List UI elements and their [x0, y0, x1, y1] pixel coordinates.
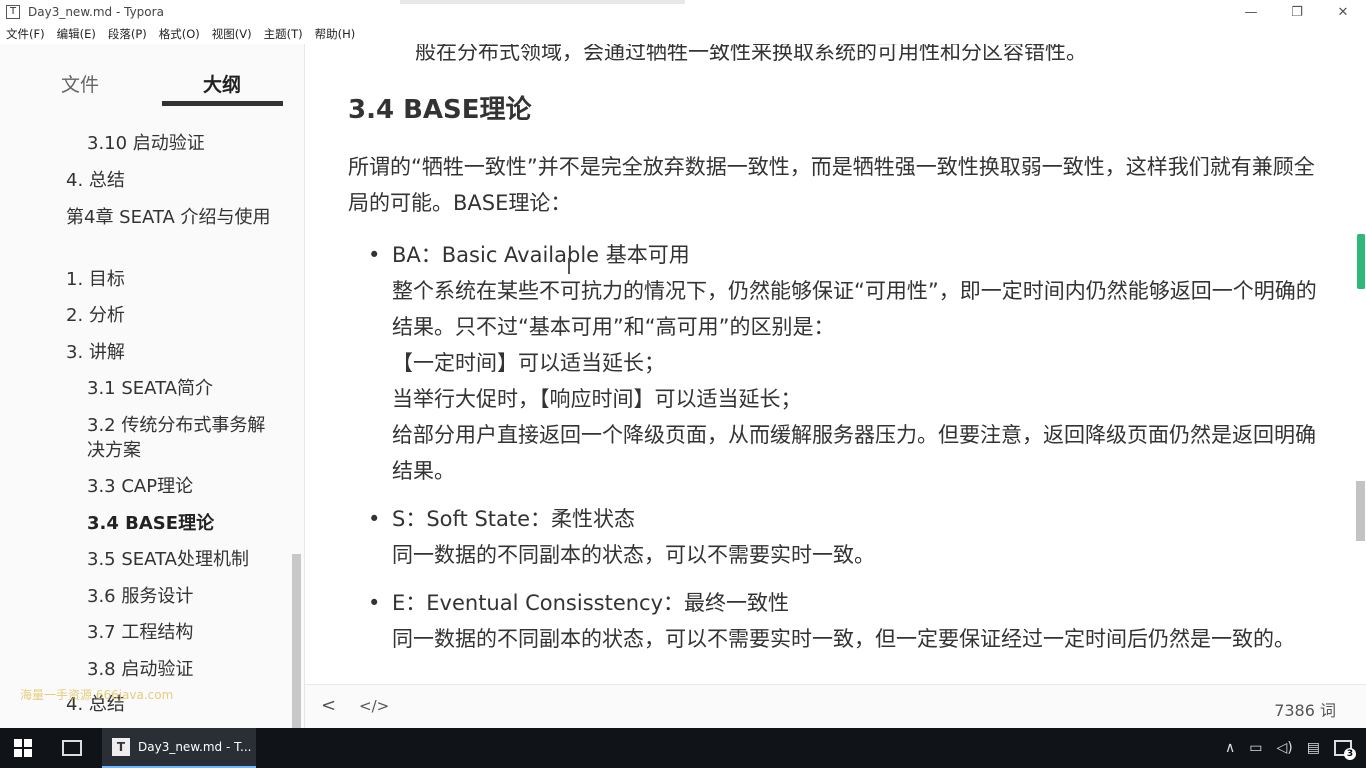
status-footer: < </> 7386 词 [305, 684, 1366, 728]
active-tab-indicator [162, 101, 283, 106]
window-title: Day3_new.md - Typora [28, 5, 164, 19]
list-item-title: BA：Basic Available 基本可用 [392, 243, 690, 267]
outline-item[interactable]: 3.2 传统分布式事务解决方案 [87, 413, 277, 463]
list-item-text: 给部分用户直接返回一个降级页面，从而缓解服务器压力。但要注意，返回降级页面仍然是… [392, 423, 1316, 483]
tray-expand-icon[interactable]: ∧ [1225, 740, 1235, 756]
scroll-highlight-marker [1357, 234, 1365, 289]
list-item: E：Eventual Consisstency：最终一致性 同一数据的不同副本的… [368, 585, 1327, 657]
source-code-icon[interactable]: </> [359, 697, 389, 715]
list-item-text: 同一数据的不同副本的状态，可以不需要实时一致。 [392, 543, 875, 567]
system-tray: ∧ ▭ ◁) ▤ 3 [1225, 728, 1356, 768]
content-scrollbar[interactable] [1355, 44, 1366, 684]
outline-item[interactable]: 3.1 SEATA简介 [87, 376, 213, 401]
list-item-text: 整个系统在某些不可抗力的情况下，仍然能够保证“可用性”，即一定时间内仍然能够返回… [392, 279, 1317, 339]
notification-count: 3 [1344, 748, 1356, 760]
taskbar-app-typora[interactable]: T Day3_new.md - T... [102, 728, 256, 768]
maximize-button[interactable]: ❐ [1274, 0, 1320, 24]
list-item-title: E：Eventual Consisstency：最终一致性 [392, 591, 790, 615]
tab-files[interactable]: 文件 [61, 70, 99, 97]
outline-item[interactable]: 第4章 SEATA 介绍与使用 [66, 205, 281, 230]
list-item-text: 【一定时间】可以适当延长； [392, 351, 665, 375]
menu-file[interactable]: 文件(F) [0, 26, 51, 42]
scrollbar-thumb[interactable] [1356, 481, 1365, 541]
sidebar-tabs: 文件 大纲 [0, 44, 304, 110]
tab-outline[interactable]: 大纲 [203, 70, 241, 97]
outline-item[interactable]: 3.8 启动验证 [87, 657, 193, 682]
taskbar-app-label: Day3_new.md - T... [138, 740, 252, 754]
menu-edit[interactable]: 编辑(E) [51, 26, 102, 42]
typora-taskbar-icon: T [112, 738, 130, 756]
section-heading: 3.4 BASE理论 [348, 95, 532, 125]
notification-icon[interactable]: 3 [1334, 740, 1356, 760]
list-item: BA：Basic Available 基本可用 整个系统在某些不可抗力的情况下，… [368, 237, 1327, 489]
network-icon[interactable]: ▭ [1249, 740, 1262, 756]
editor-content[interactable]: 般在分布式领域，会通过牺牲一致性来换取系统的可用性和分区容错性。 3.4 BAS… [305, 44, 1355, 684]
outline-item[interactable]: 3. 讲解 [66, 340, 125, 365]
list-item-text: 同一数据的不同副本的状态，可以不需要实时一致，但一定要保证经过一定时间后仍然是一… [392, 627, 1295, 651]
intro-paragraph: 所谓的“牺牲一致性”并不是完全放弃数据一致性，而是牺牲强一致性换取弱一致性，这样… [348, 155, 1315, 215]
outline-item[interactable]: 2. 分析 [66, 303, 125, 328]
menu-format[interactable]: 格式(O) [153, 26, 206, 42]
sidebar-scrollbar[interactable] [292, 554, 301, 728]
close-button[interactable]: ✕ [1320, 0, 1366, 24]
taskbar: T Day3_new.md - T... ∧ ▭ ◁) ▤ 3 [0, 728, 1366, 768]
outline-item[interactable]: 3.6 服务设计 [87, 584, 193, 609]
list-item-text: 当举行大促时，【响应时间】可以适当延长； [392, 387, 802, 411]
minimize-button[interactable]: — [1228, 0, 1274, 24]
outline-item[interactable]: 3.5 SEATA处理机制 [87, 547, 249, 572]
menu-view[interactable]: 视图(V) [206, 26, 258, 42]
outline-item[interactable]: 1. 目标 [66, 267, 125, 292]
outline-item-active[interactable]: 3.4 BASE理论 [87, 511, 214, 536]
outline-item[interactable]: 3.7 工程结构 [87, 620, 193, 645]
menu-paragraph[interactable]: 段落(P) [102, 26, 153, 42]
word-count[interactable]: 7386 词 [1274, 697, 1336, 721]
outline-item[interactable]: 3.10 启动验证 [87, 131, 205, 156]
list-item-title: S：Soft State：柔性状态 [392, 507, 636, 531]
typora-app-icon: T [6, 5, 20, 19]
volume-icon[interactable]: ◁) [1277, 740, 1293, 756]
title-shadow [400, 0, 685, 4]
sidebar: 文件 大纲 3.10 启动验证 4. 总结 第4章 SEATA 介绍与使用 1.… [0, 44, 305, 728]
list-item: S：Soft State：柔性状态 同一数据的不同副本的状态，可以不需要实时一致… [368, 501, 1327, 573]
watermark: 海量一手资源 666java.com [20, 688, 174, 702]
ime-icon[interactable]: ▤ [1307, 740, 1320, 756]
outline-item[interactable]: 4. 总结 [66, 168, 125, 193]
windows-start-icon[interactable] [14, 739, 32, 757]
title-bar: T Day3_new.md - Typora — ❐ ✕ [0, 0, 1366, 24]
menu-bar: 文件(F) 编辑(E) 段落(P) 格式(O) 视图(V) 主题(T) 帮助(H… [0, 24, 361, 44]
menu-theme[interactable]: 主题(T) [258, 26, 309, 42]
text-cursor [568, 258, 570, 274]
back-icon[interactable]: < [321, 695, 336, 716]
outline-item[interactable]: 3.3 CAP理论 [87, 474, 193, 499]
task-view-icon[interactable] [62, 740, 82, 756]
clipped-paragraph: 般在分布式领域，会通过牺牲一致性来换取系统的可用性和分区容错性。 [415, 44, 1087, 64]
menu-help[interactable]: 帮助(H) [309, 26, 362, 42]
